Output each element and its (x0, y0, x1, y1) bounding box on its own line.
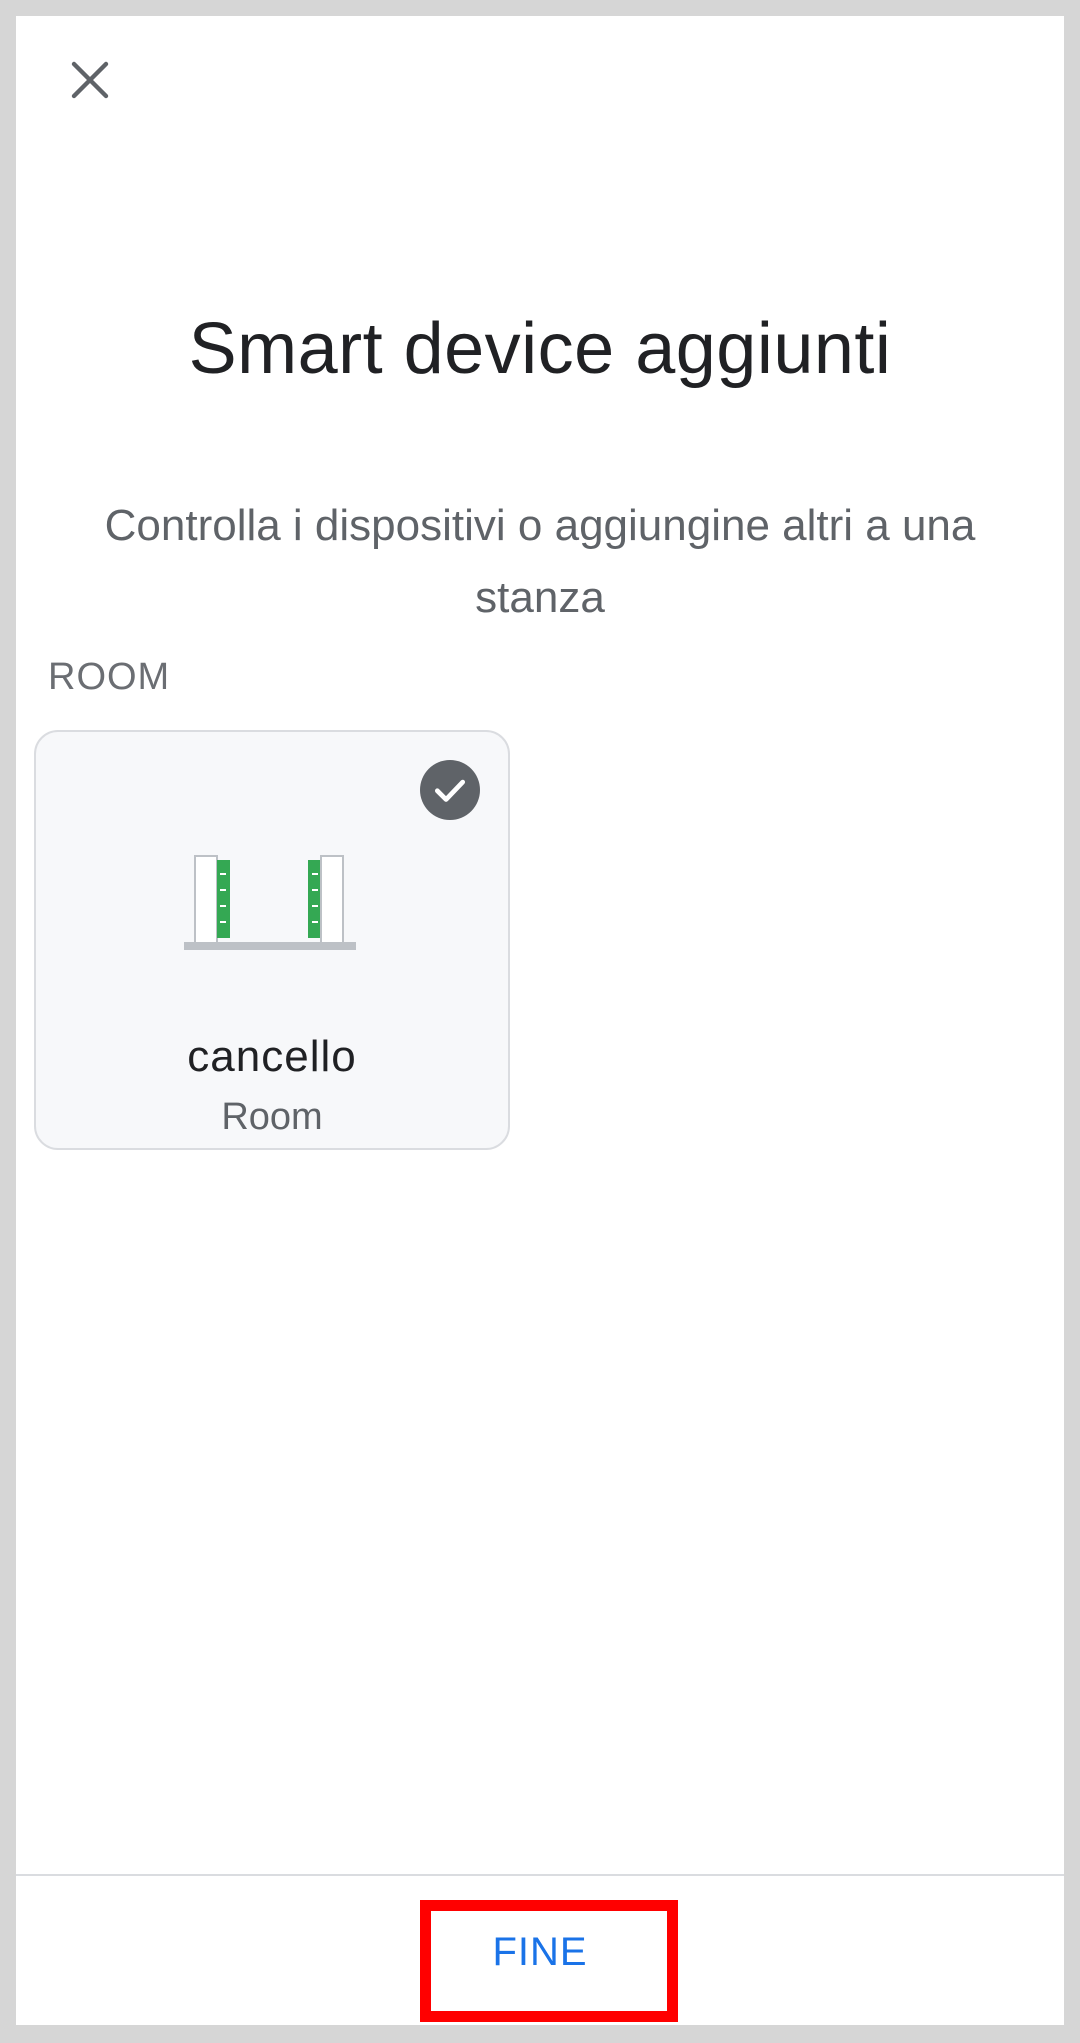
screen: Smart device aggiunti Controlla i dispos… (16, 16, 1064, 2025)
done-button[interactable]: FINE (420, 1904, 660, 2000)
check-circle-icon (420, 760, 480, 820)
page-title: Smart device aggiunti (188, 309, 892, 389)
gate-icon (184, 855, 356, 950)
close-button[interactable] (52, 42, 128, 118)
room-card-name: cancello (187, 1032, 357, 1081)
bottom-divider (16, 1874, 1064, 1876)
page-subtitle: Controlla i dispositivi o aggiungine alt… (104, 501, 976, 622)
room-card-cancello[interactable]: cancello Room (34, 730, 510, 1150)
section-label-room: ROOM (48, 656, 171, 698)
close-icon (71, 61, 109, 99)
room-card-subtitle: Room (221, 1096, 323, 1138)
